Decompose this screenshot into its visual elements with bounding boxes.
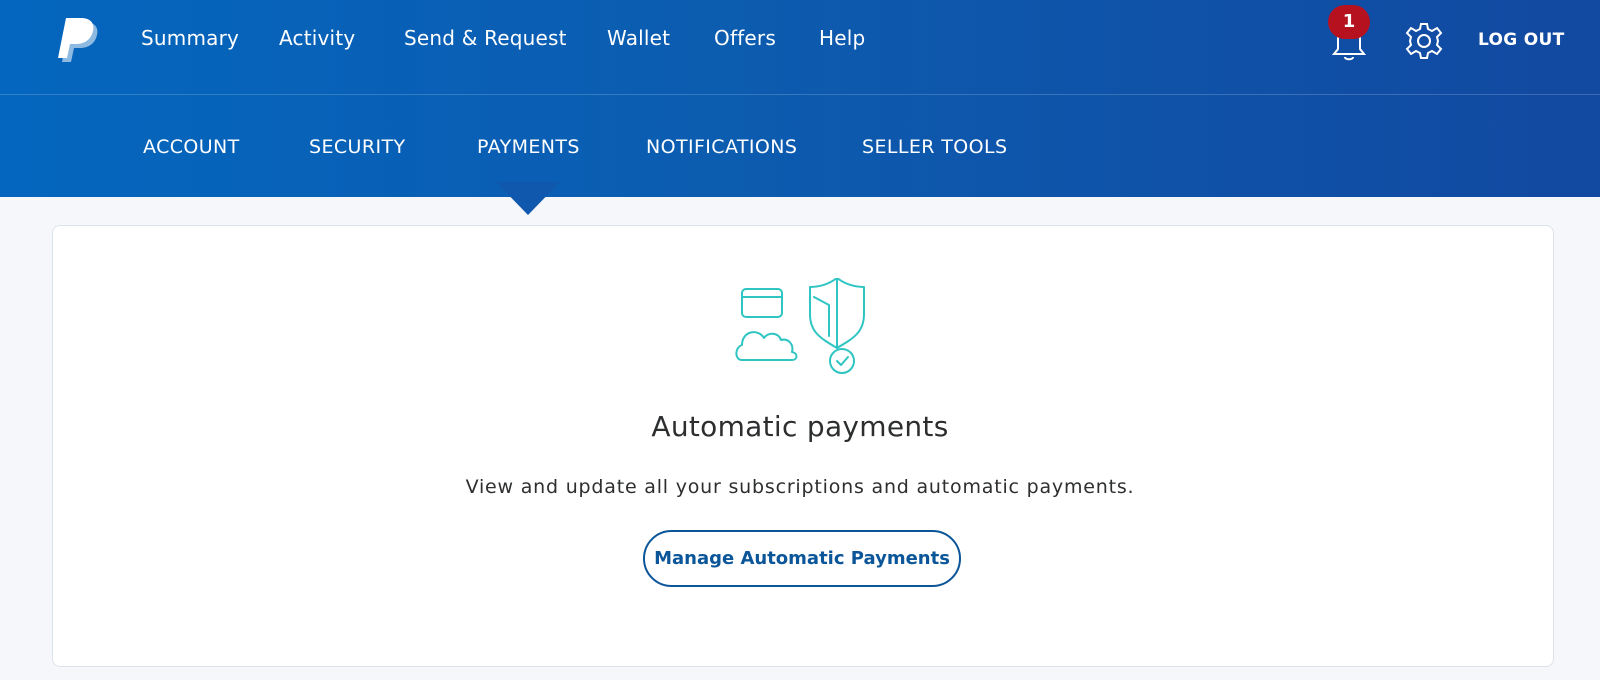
nav-activity[interactable]: Activity bbox=[279, 26, 355, 50]
notification-badge[interactable]: 1 bbox=[1328, 5, 1370, 39]
tab-security[interactable]: SECURITY bbox=[309, 136, 405, 158]
active-tab-indicator bbox=[496, 182, 560, 215]
nav-summary[interactable]: Summary bbox=[141, 26, 239, 50]
gear-icon[interactable] bbox=[1404, 21, 1444, 61]
tab-notifications[interactable]: NOTIFICATIONS bbox=[646, 136, 797, 158]
nav-wallet[interactable]: Wallet bbox=[607, 26, 670, 50]
manage-automatic-payments-button[interactable]: Manage Automatic Payments bbox=[643, 530, 961, 587]
top-navigation: Summary Activity Send & Request Wallet O… bbox=[0, 0, 1600, 95]
paypal-logo-icon[interactable] bbox=[58, 18, 100, 62]
logout-button[interactable]: LOG OUT bbox=[1478, 30, 1565, 50]
nav-send-request[interactable]: Send & Request bbox=[404, 26, 567, 50]
card-description: View and update all your subscriptions a… bbox=[465, 476, 1135, 498]
header: Summary Activity Send & Request Wallet O… bbox=[0, 0, 1600, 197]
tab-account[interactable]: ACCOUNT bbox=[143, 136, 240, 158]
tab-payments[interactable]: PAYMENTS bbox=[477, 136, 580, 158]
nav-offers[interactable]: Offers bbox=[714, 26, 776, 50]
nav-help[interactable]: Help bbox=[819, 26, 865, 50]
automatic-payments-illustration-icon bbox=[735, 278, 865, 374]
card-title: Automatic payments bbox=[651, 410, 949, 443]
tab-seller-tools[interactable]: SELLER TOOLS bbox=[862, 136, 1007, 158]
